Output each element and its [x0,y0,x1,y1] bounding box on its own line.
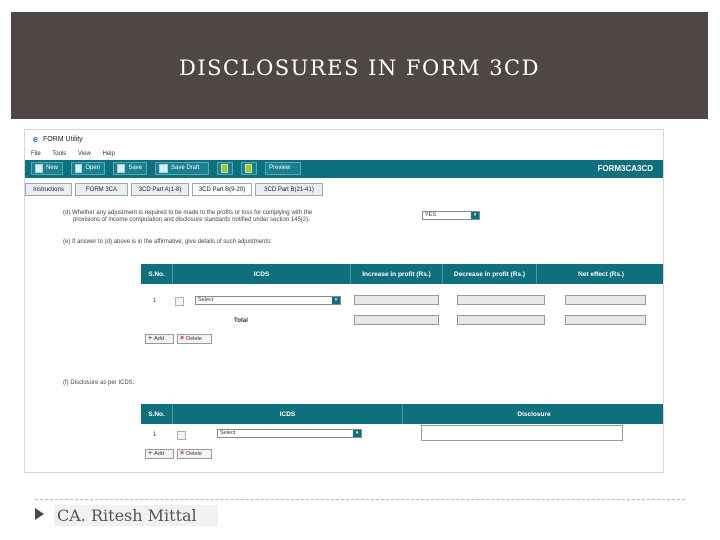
import-icon [221,164,228,173]
question-f: (f) Disclosure as per ICDS: [63,380,135,386]
chevron-down-icon: ▾ [353,430,361,437]
tab-instructions[interactable]: Instructions [25,183,72,196]
delete-icon: × [180,335,185,342]
export-icon [245,164,252,173]
app-title: FORM Utility [43,136,83,143]
save-button[interactable]: Save [113,162,147,175]
form-name-label: FORM3CA3CD [597,164,653,173]
bullet-arrow-icon [35,508,44,520]
tab-3cd-part-a[interactable]: 3CD Part A(1-8) [131,183,189,196]
save-draft-button[interactable]: Save Draft [155,162,209,175]
question-e: (e) If answer to (d) above is in the aff… [63,239,272,245]
total-decrease-input [457,315,545,325]
net-effect-input[interactable] [565,295,646,305]
preview-button[interactable]: Preview [265,162,301,175]
slide-title: DISCLOSURES IN FORM 3CD [179,56,540,80]
import-button[interactable] [217,162,233,175]
question-d-line1: (d) Whether any adjustment is required t… [63,210,313,216]
icds-disclosure-select[interactable]: Select ▾ [217,429,362,438]
form-tabs: Instructions FORM 3CA 3CD Part A(1-8) 3C… [25,183,663,197]
menu-tools[interactable]: Tools [52,151,66,157]
export-button[interactable] [241,162,257,175]
header-disclosure: Disclosure [517,410,551,418]
delete-disclosure-button[interactable]: × Delete [177,449,212,459]
form-utility-window: e FORM Utility File Tools View Help New … [24,129,664,473]
header-icds: ICDS [173,264,351,284]
tab-form-3ca[interactable]: FORM 3CA [75,183,128,196]
header-decrease-profit: Decrease in profit (Rs.) [443,264,537,284]
delete-row-button[interactable]: × Delete [177,334,212,344]
decrease-profit-input[interactable] [457,295,545,305]
total-increase-input [354,315,439,325]
total-label: Total [234,318,248,324]
menu-bar: File Tools View Help [31,151,125,157]
add-row-button[interactable]: + Add [145,334,174,344]
new-icon [35,164,43,173]
footer-author: CA. Ritesh Mittal [54,505,218,526]
row-sno: 1 [153,432,157,438]
menu-view[interactable]: View [78,151,91,157]
form-content: (d) Whether any adjustment is required t… [25,203,663,472]
open-button[interactable]: Open [71,162,105,175]
disclosure-input[interactable] [421,425,623,441]
header-increase-profit: Increase in profit (Rs.) [351,264,443,284]
header-icds: ICDS [173,404,403,424]
icds-select[interactable]: Select ▾ [195,296,341,305]
chevron-down-icon: ▾ [471,212,479,219]
new-button[interactable]: New [31,162,63,175]
plus-icon: + [148,450,153,457]
header-sno: S.No. [141,404,173,424]
question-d-line2: provisions of income computation and dis… [73,217,310,223]
footer-divider [35,499,685,500]
slide-title-bar: DISCLOSURES IN FORM 3CD [11,12,708,119]
adjustments-table-header: S.No. ICDS Increase in profit (Rs.) Decr… [141,264,663,284]
delete-icon: × [180,450,185,457]
header-net-effect: Net effect (Rs.) [578,270,624,278]
plus-icon: + [148,335,153,342]
row-sno: 1 [153,298,157,304]
menu-help[interactable]: Help [103,151,115,157]
tab-3cd-part-b-21-41[interactable]: 3CD Part B(21-41) [255,183,323,196]
save-draft-icon [159,164,168,173]
row-checkbox[interactable] [175,297,184,306]
disclosure-table-header: S.No. ICDS Disclosure [141,404,663,424]
adjustment-required-select[interactable]: YES ▾ [422,211,480,220]
total-net-effect-input [565,315,646,325]
row-checkbox[interactable] [177,431,186,440]
tab-3cd-part-b-9-20[interactable]: 3CD Part B(9-20) [192,183,252,196]
header-sno: S.No. [141,264,173,284]
open-icon [75,164,83,173]
app-logo-icon: e [33,134,39,144]
increase-profit-input[interactable] [354,295,439,305]
save-icon [117,164,126,173]
add-disclosure-button[interactable]: + Add [145,449,174,459]
chevron-down-icon: ▾ [332,297,340,304]
menu-file[interactable]: File [31,151,41,157]
toolbar: New Open Save Save Draft Preview FORM3CA… [25,160,663,178]
